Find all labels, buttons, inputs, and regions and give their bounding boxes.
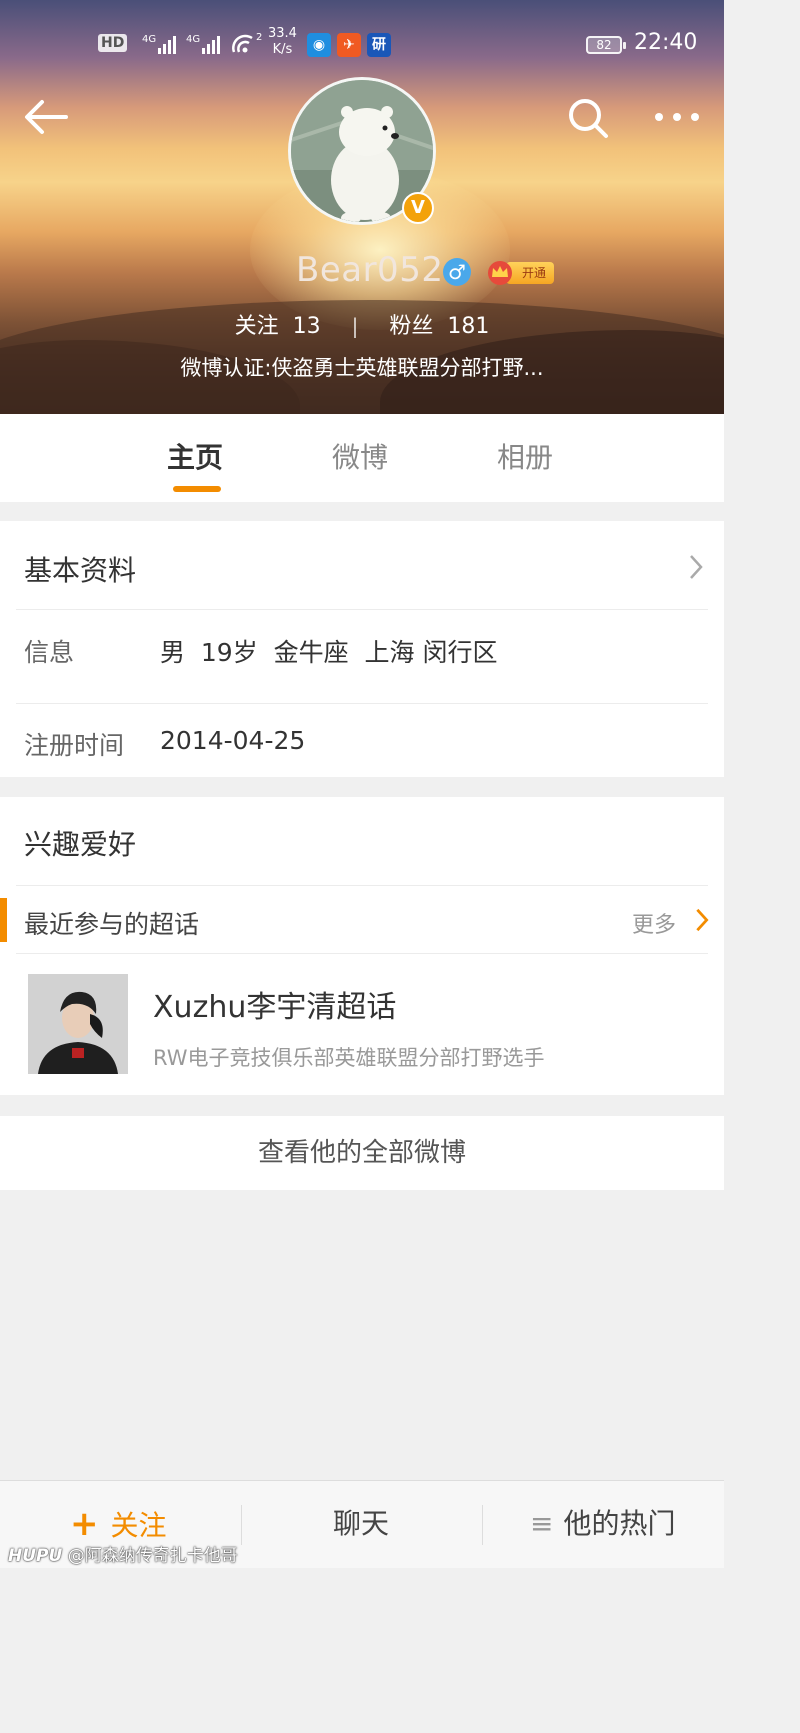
section-accent-bar [0,898,7,942]
svg-text:2: 2 [256,32,262,43]
view-all-posts-button[interactable]: 查看他的全部微博 [0,1116,724,1190]
hot-posts-button[interactable]: ≡ 他的热门 [530,1481,675,1569]
count-separator: | [351,314,359,338]
supertopic-subtitle: RW电子竞技俱乐部英雄联盟分部打野选手 [153,1046,545,1070]
following-link[interactable]: 关注 13 [235,308,321,340]
followers-count: 181 [447,314,490,339]
network-speed: 33.4 K/s [268,26,297,58]
chat-button[interactable]: 聊天 [333,1481,389,1569]
speed-value: 33.4 [268,26,297,41]
back-arrow-icon[interactable] [22,96,70,138]
following-count: 13 [292,314,321,339]
app-notification-icon: ◉ [307,33,331,57]
followers-link[interactable]: 粉丝 181 [389,308,489,340]
info-value: 男 19岁 金牛座 上海 闵行区 [160,638,498,667]
divider [16,609,708,610]
verification-text: 微博认证:侠盗勇士英雄联盟分部打野... [180,356,544,380]
battery-icon: 82 [586,36,626,54]
tab-weibo[interactable]: 微博 [332,436,388,476]
player-photo [28,974,128,1074]
watermark-text: @阿森纳传奇扎卡他哥 [67,1546,238,1566]
interests-title: 兴趣爱好 [24,828,137,861]
chevron-right-icon[interactable] [688,553,704,581]
divider [482,1505,483,1545]
search-icon[interactable] [566,96,610,140]
divider [16,953,708,954]
divider [241,1505,242,1545]
basic-info-title[interactable]: 基本资料 [24,549,136,589]
vip-open-button[interactable]: 开通 [486,258,556,286]
register-value: 2014-04-25 [160,726,306,755]
register-label: 注册时间 [24,731,125,760]
following-label: 关注 [234,314,279,339]
tab-album[interactable]: 相册 [497,436,553,476]
recent-supertopics-label: 最近参与的超话 [24,910,200,939]
plus-icon: + [70,1504,99,1544]
svg-text:4G: 4G [142,34,156,45]
list-icon: ≡ [530,1507,554,1540]
followers-label: 粉丝 [389,314,434,339]
divider [16,703,708,704]
info-label: 信息 [24,638,75,667]
profile-name: Bear052 [296,250,444,290]
follow-label: 关注 [110,1509,167,1542]
speed-unit: K/s [272,42,293,57]
signal-icon: 4G [186,34,220,54]
hot-posts-label: 他的热门 [563,1507,676,1540]
follow-counts: 关注 13 | 粉丝 181 [0,308,724,340]
app-notification-icon: ✈ [337,33,361,57]
svg-text:4G: 4G [186,34,200,45]
watermark-brand: HUPU [8,1546,63,1566]
active-tab-indicator [173,486,221,492]
supertopic-image[interactable] [28,974,128,1074]
supertopic-title[interactable]: Xuzhu李宇清超话 [153,982,396,1026]
signal-icon: 4G [142,34,176,54]
status-bar: HD 4G 4G 2 33.4 K/s ◉ ✈ 研 82 22:40 [0,26,724,66]
hotspot-icon: 2 [232,32,262,53]
chevron-right-icon[interactable] [694,907,710,933]
crown-icon [488,261,512,285]
hd-indicator: HD [98,34,128,52]
app-notification-icon: 研 [367,33,391,57]
profile-header: HD 4G 4G 2 33.4 K/s ◉ ✈ 研 82 22:40 V Bea… [0,0,724,414]
divider [16,885,708,886]
male-gender-icon: ♂ [443,258,471,286]
profile-tabs: 主页 微博 相册 [0,414,724,502]
more-link[interactable]: 更多 [632,907,676,939]
more-options-icon[interactable] [654,104,700,130]
basic-info-card: 基本资料 信息 男 19岁 金牛座 上海 闵行区 注册时间 2014-04-25 [0,521,724,777]
verified-badge-icon: V [402,192,434,224]
watermark: HUPU @阿森纳传奇扎卡他哥 [8,1541,238,1566]
tab-home[interactable]: 主页 [167,436,223,476]
clock: 22:40 [634,30,698,55]
